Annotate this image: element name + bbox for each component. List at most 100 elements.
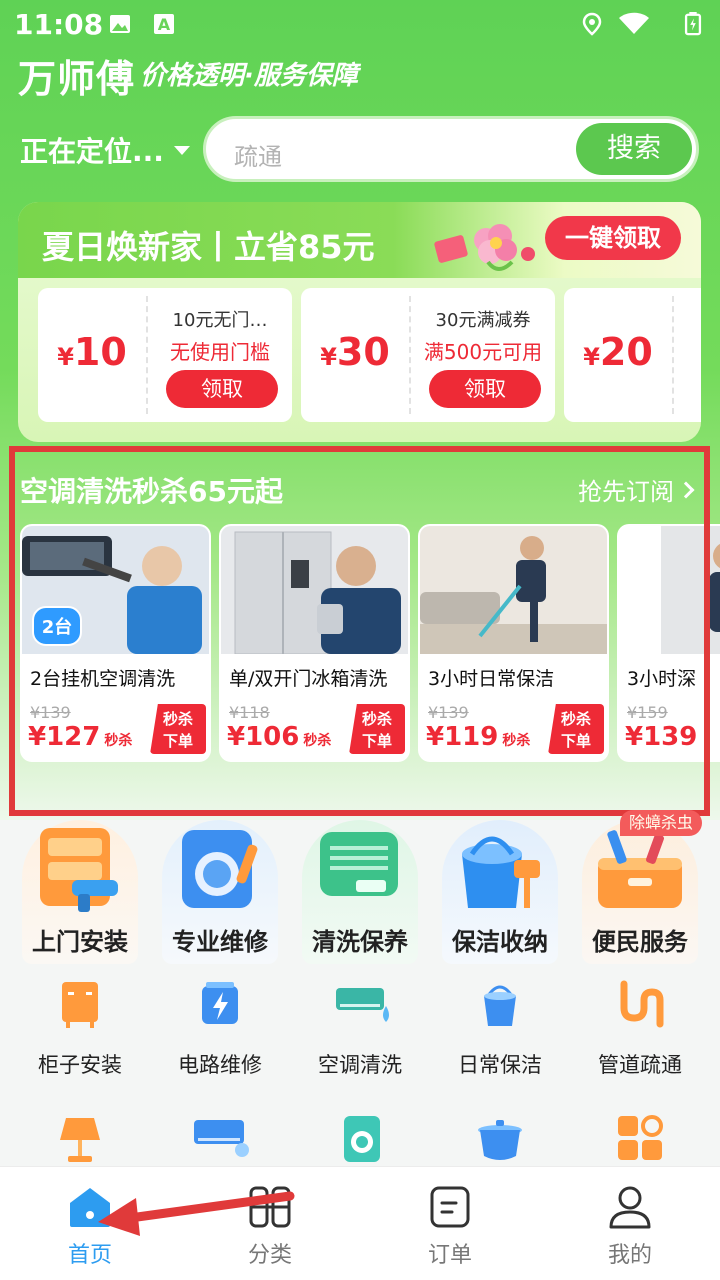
category-icon [249, 1186, 291, 1228]
ac-repair-icon[interactable] [192, 1114, 254, 1164]
professional-repair-icon [182, 830, 258, 908]
subscribe-label: 抢先订阅 [578, 478, 674, 506]
profile-icon [609, 1186, 651, 1229]
flash-sale-title: 空调清洗秒杀65元起 [20, 475, 283, 508]
coupon-amount: ¥20 [583, 330, 653, 374]
svg-text:A: A [158, 15, 171, 34]
subcategory-label[interactable]: 电路维修 [150, 1049, 290, 1079]
nav-category-label: 分类 [247, 1243, 292, 1268]
coupon-condition: 无使用门槛 [170, 340, 270, 364]
quantity-badge: 2台 [32, 606, 82, 646]
subcategory-label[interactable]: 空调清洗 [290, 1049, 430, 1079]
flash-order-badge[interactable]: 秒杀 下单 [349, 704, 405, 754]
location-pin-icon [582, 12, 602, 36]
battery-icon [684, 12, 702, 36]
coupon-card[interactable]: ¥30 30元满减券 满500元可用 领取 [301, 288, 555, 422]
coupon-divider [146, 296, 148, 414]
cleaning-storage-icon [462, 836, 540, 908]
chevron-right-icon [677, 481, 695, 498]
pot-icon[interactable] [474, 1114, 526, 1164]
nav-home[interactable]: 首页 [0, 1167, 180, 1280]
coupon-name: 30元满减券 [435, 310, 531, 331]
claim-all-button[interactable]: 一键领取 [545, 216, 681, 260]
flash-item-name: 3小时深 [627, 668, 697, 690]
brand-slogan: 价格透明·服务保障 [140, 61, 358, 91]
house-cleaning-photo [420, 526, 607, 654]
coupon-claim-button[interactable]: 领取 [166, 370, 278, 408]
coupon-claim-button[interactable]: 领取 [429, 370, 541, 408]
search-input[interactable]: 疏通 [234, 137, 282, 172]
bottom-navigation: 首页 分类 订单 我的 [0, 1166, 720, 1280]
coupon-condition: 满500元可用 [423, 340, 543, 364]
washer-icon[interactable] [336, 1114, 388, 1164]
flash-old-price: ¥159 [627, 703, 668, 722]
lamp-icon[interactable] [54, 1114, 106, 1164]
fridge-cleaning-photo [221, 526, 408, 654]
deep-cleaning-photo [661, 526, 720, 654]
flash-order-badge[interactable]: 秒杀 下单 [150, 704, 206, 754]
flash-old-price: ¥139 [428, 703, 469, 722]
flash-sale-card[interactable]: 3小时日常保洁 ¥139 ¥119 秒杀 秒杀 下单 [418, 524, 609, 762]
brand-logo: 万师傅 [18, 57, 136, 101]
home-icon [70, 1188, 110, 1227]
subcategory-label[interactable]: 管道疏通 [570, 1049, 710, 1079]
category-label: 清洗保养 [312, 928, 408, 956]
location-selector[interactable]: 正在定位... [20, 130, 190, 170]
subscribe-link[interactable]: 抢先订阅 [578, 472, 695, 507]
cabinet-install-icon [40, 828, 118, 912]
search-bar[interactable]: 疏通 搜索 [203, 116, 699, 182]
flash-price: ¥106 秒杀 [227, 722, 332, 752]
nav-category[interactable]: 分类 [180, 1167, 360, 1280]
subcategory-label[interactable]: 日常保洁 [430, 1049, 570, 1079]
wifi-icon [619, 12, 649, 34]
daily-cleaning-icon[interactable] [474, 978, 526, 1030]
convenience-service-icon [598, 830, 682, 908]
gallery-icon [110, 15, 130, 33]
category-label: 上门安装 [32, 928, 128, 956]
subcategory-label[interactable]: 柜子安装 [10, 1049, 150, 1079]
category-label: 便民服务 [592, 928, 688, 956]
nav-orders[interactable]: 订单 [360, 1167, 540, 1280]
status-time: 11:08 [14, 8, 104, 41]
flash-item-name: 2台挂机空调清洗 [30, 668, 176, 690]
coupon-name: 10元无门… [172, 310, 268, 331]
category-label: 保洁收纳 [452, 928, 548, 956]
coupon-amount: ¥10 [57, 330, 127, 374]
cabinet-icon[interactable] [54, 978, 106, 1030]
flash-sale-card[interactable]: 3小时深 ¥159 ¥139 [617, 524, 720, 762]
flash-sale-card[interactable]: 单/双开门冰箱清洗 ¥118 ¥106 秒杀 秒杀 下单 [219, 524, 410, 762]
category-label: 专业维修 [172, 928, 268, 956]
coupon-card[interactable]: ¥20 [564, 288, 701, 422]
flash-old-price: ¥139 [30, 703, 71, 722]
nav-profile-label: 我的 [607, 1243, 652, 1268]
coupon-banner-title: 夏日焕新家丨立省85元 [42, 228, 375, 266]
coupon-amount: ¥30 [320, 330, 390, 374]
hot-service-tag[interactable]: 除蟑杀虫 [620, 810, 702, 836]
ac-cleaning-icon[interactable] [334, 978, 396, 1030]
cleaning-maintenance-icon [320, 832, 398, 896]
nav-home-label: 首页 [67, 1243, 112, 1268]
caret-down-icon [173, 145, 190, 155]
flash-item-name: 单/双开门冰箱清洗 [229, 668, 388, 690]
circuit-repair-icon[interactable] [194, 978, 246, 1030]
flower-decoration-icon [434, 224, 535, 271]
flash-item-name: 3小时日常保洁 [428, 668, 555, 690]
coupon-divider [409, 296, 411, 414]
pipe-dredging-icon[interactable] [614, 978, 666, 1030]
flash-order-badge[interactable]: 秒杀 下单 [548, 704, 604, 754]
coupon-card[interactable]: ¥10 10元无门… 无使用门槛 领取 [38, 288, 292, 422]
flash-old-price: ¥118 [229, 703, 270, 722]
font-a-icon: A [154, 14, 174, 34]
search-button[interactable]: 搜索 [576, 123, 692, 175]
nav-orders-label: 订单 [427, 1243, 472, 1268]
order-icon [430, 1186, 470, 1228]
flash-price: ¥139 [625, 722, 698, 752]
status-bar: 11:08 A [0, 0, 720, 48]
coupon-banner: 夏日焕新家丨立省85元 一键领取 ¥10 10元无门… 无使用门槛 领取 ¥30… [18, 202, 701, 442]
coupon-divider [672, 296, 674, 414]
grid-apps-icon[interactable] [614, 1114, 666, 1164]
nav-profile[interactable]: 我的 [540, 1167, 720, 1280]
location-label: 正在定位... [20, 135, 164, 168]
flash-sale-card[interactable]: 2台 2台挂机空调清洗 ¥139 ¥127 秒杀 秒杀 下单 [20, 524, 211, 762]
flash-price: ¥119 秒杀 [426, 722, 531, 752]
